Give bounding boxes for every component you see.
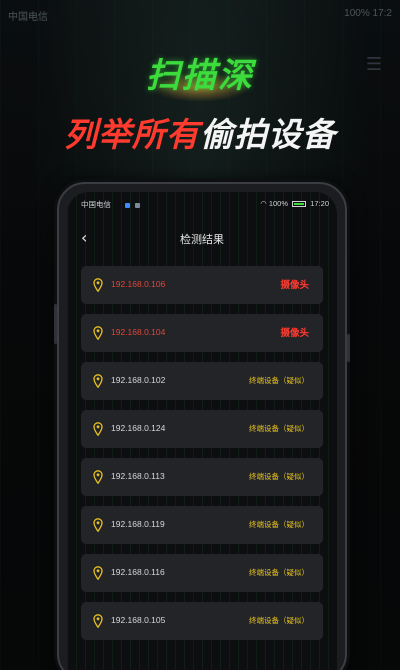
- headline-white-text: 偷拍设备: [200, 115, 336, 154]
- device-ip: 192.168.0.106: [111, 279, 166, 289]
- wifi-icon: ◠: [260, 199, 267, 208]
- phone-mockup: 中国电信 ◠ 100% 17:20 ‹ 检测结果 192.168.0.106 摄像…: [54, 182, 350, 670]
- notify-icon-blue: [125, 203, 130, 208]
- location-pin-icon: [93, 614, 103, 628]
- notification-icons: [125, 201, 145, 210]
- location-pin-icon: [93, 278, 103, 292]
- carrier-label: 中国电信: [81, 200, 111, 209]
- device-type-label: 终端设备（疑似）: [249, 520, 309, 529]
- device-row[interactable]: 192.168.0.104 摄像头: [81, 314, 323, 352]
- device-row[interactable]: 192.168.0.106 摄像头: [81, 266, 323, 304]
- headline-main: 列举所有偷拍设备: [0, 108, 400, 156]
- status-right: ◠ 100% 17:20: [260, 199, 329, 208]
- battery-icon: [292, 201, 307, 208]
- headline-green: 扫描深: [146, 56, 254, 96]
- clock: 17:20: [310, 199, 329, 208]
- device-row[interactable]: 192.168.0.113 终端设备（疑似）: [81, 458, 323, 496]
- device-ip: 192.168.0.116: [111, 567, 165, 577]
- battery-percent: 100%: [268, 199, 289, 208]
- page-title: 检测结果: [180, 233, 224, 246]
- location-pin-icon: [93, 422, 103, 436]
- device-row[interactable]: 192.168.0.116 终端设备（疑似）: [81, 554, 323, 592]
- device-type-label: 终端设备（疑似）: [249, 616, 309, 625]
- location-pin-icon: [93, 518, 103, 532]
- device-row[interactable]: 192.168.0.124 终端设备（疑似）: [81, 410, 323, 448]
- device-type-label: 终端设备（疑似）: [249, 568, 309, 577]
- location-pin-icon: [93, 470, 103, 484]
- device-type-label: 摄像头: [280, 328, 309, 339]
- notify-icon-grey: [135, 203, 140, 208]
- headline-red-text: 列举所有: [64, 115, 200, 154]
- outer-carrier: 中国电信: [8, 12, 48, 23]
- device-row[interactable]: 192.168.0.102 终端设备（疑似）: [81, 362, 323, 400]
- device-type-label: 终端设备（疑似）: [249, 424, 309, 433]
- phone-screen: 中国电信 ◠ 100% 17:20 ‹ 检测结果 192.168.0.106 摄像…: [67, 192, 337, 670]
- device-ip: 192.168.0.113: [111, 471, 165, 481]
- device-row[interactable]: 192.168.0.119 终端设备（疑似）: [81, 506, 323, 544]
- device-list: 192.168.0.106 摄像头 192.168.0.104 摄像头 192.168.…: [81, 266, 323, 650]
- device-type-label: 终端设备（疑似）: [249, 472, 309, 481]
- device-ip: 192.168.0.119: [111, 519, 165, 529]
- device-ip: 192.168.0.104: [111, 327, 166, 337]
- device-ip: 192.168.0.102: [111, 375, 166, 385]
- device-status-bar: 中国电信 100% 17:2: [0, 0, 400, 28]
- device-type-label: 终端设备（疑似）: [249, 376, 309, 385]
- power-button: [347, 334, 350, 362]
- outer-status-right: 100% 17:2: [344, 8, 392, 19]
- device-ip: 192.168.0.105: [111, 615, 166, 625]
- nav-bar: ‹ 检测结果: [67, 220, 337, 256]
- volume-button: [54, 304, 57, 344]
- device-type-label: 摄像头: [280, 280, 309, 291]
- device-ip: 192.168.0.124: [111, 423, 166, 433]
- phone-status-bar: 中国电信 ◠ 100% 17:20: [67, 192, 337, 214]
- location-pin-icon: [93, 326, 103, 340]
- location-pin-icon: [93, 374, 103, 388]
- location-pin-icon: [93, 566, 103, 580]
- device-row[interactable]: 192.168.0.105 终端设备（疑似）: [81, 602, 323, 640]
